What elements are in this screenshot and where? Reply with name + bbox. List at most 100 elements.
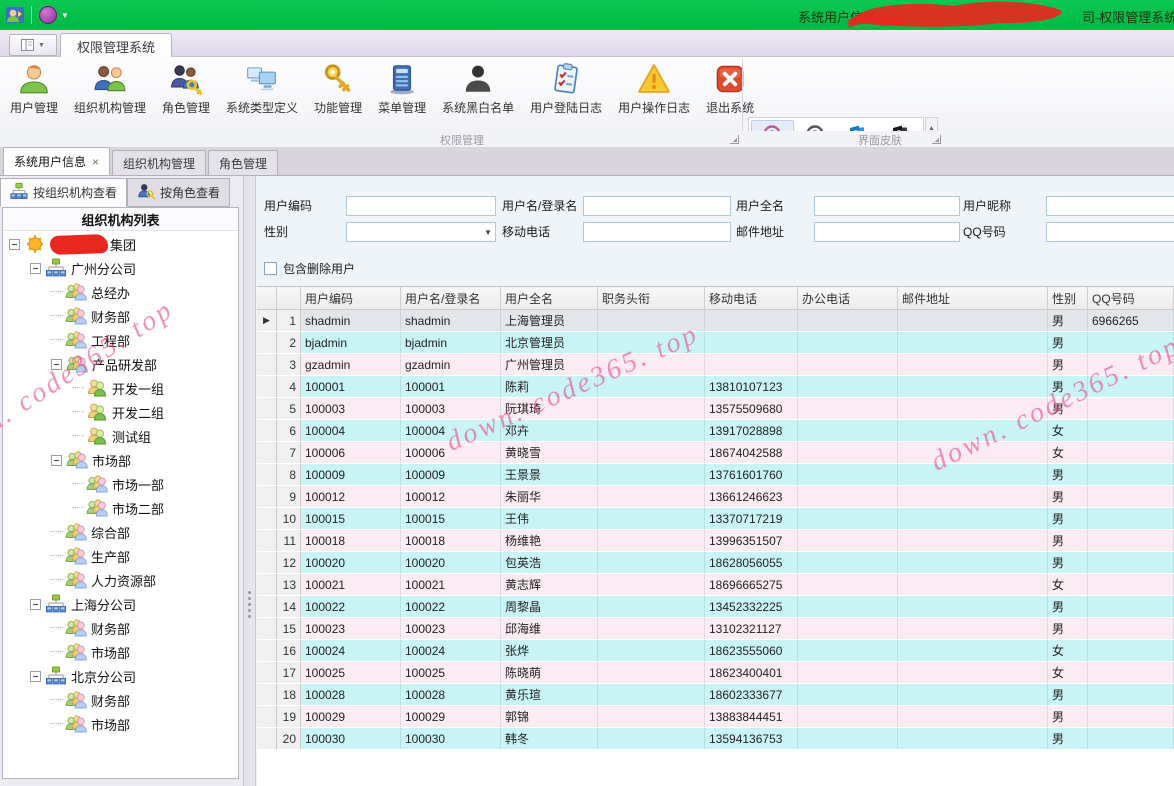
grid-cell[interactable]: 男 [1048,398,1088,419]
grid-cell[interactable]: 100030 [301,728,401,749]
grid-cell[interactable]: 100025 [301,662,401,683]
row-number-cell[interactable]: 14 [277,596,301,617]
tree-node[interactable]: 人力资源部 [3,568,238,592]
grid-cell[interactable] [598,332,705,353]
grid-cell[interactable]: 13917028898 [705,420,798,441]
grid-cell[interactable]: 100024 [301,640,401,661]
row-number-cell[interactable]: 19 [277,706,301,727]
grid-cell[interactable] [798,486,898,507]
grid-cell[interactable]: 女 [1048,640,1088,661]
tree-expander-icon[interactable] [30,599,41,610]
grid-cell[interactable]: bjadmin [401,332,501,353]
tree-node[interactable]: 产品研发部 [3,352,238,376]
grid-cell[interactable]: 6966265 [1088,310,1174,331]
grid-cell[interactable] [898,706,1048,727]
ribbon-button-warning[interactable]: 用户操作日志 [610,59,698,129]
grid-cell[interactable]: 100012 [301,486,401,507]
grid-cell[interactable] [1088,662,1174,683]
grid-cell[interactable]: 王景景 [501,464,598,485]
grid-cell[interactable] [598,508,705,529]
grid-cell[interactable] [898,332,1048,353]
grid-cell[interactable]: 13102321127 [705,618,798,639]
view-tab-by-role[interactable]: 按角色查看 [127,178,230,207]
field-input-0-2[interactable] [814,196,960,216]
grid-cell[interactable]: 100022 [401,596,501,617]
row-number-cell[interactable]: 2 [277,332,301,353]
grid-cell[interactable]: 13996351507 [705,530,798,551]
row-number-cell[interactable]: 3 [277,354,301,375]
grid-cell[interactable] [598,706,705,727]
tree-node[interactable]: 财务部 [3,688,238,712]
grid-cell[interactable]: 女 [1048,662,1088,683]
grid-cell[interactable]: 100004 [401,420,501,441]
grid-cell[interactable]: 男 [1048,530,1088,551]
grid-cell[interactable]: 韩冬 [501,728,598,749]
grid-cell[interactable]: 100004 [301,420,401,441]
grid-cell[interactable] [1088,332,1174,353]
grid-cell[interactable]: 男 [1048,486,1088,507]
grid-cell[interactable] [898,596,1048,617]
grid-cell[interactable]: 100030 [401,728,501,749]
tree-node[interactable]: 财务部 [3,616,238,640]
grid-cell[interactable] [798,420,898,441]
grid-cell[interactable] [798,618,898,639]
grid-cell[interactable] [898,310,1048,331]
grid-header-col[interactable]: 移动电话 [705,287,798,309]
grid-cell[interactable]: 男 [1048,684,1088,705]
grid-cell[interactable]: 18628056055 [705,552,798,573]
grid-cell[interactable]: 男 [1048,618,1088,639]
grid-header-col[interactable]: QQ号码 [1088,287,1174,309]
app-tab-permission-system[interactable]: 权限管理系统 [60,33,172,58]
grid-cell[interactable] [1088,398,1174,419]
grid-cell[interactable]: 男 [1048,376,1088,397]
table-row[interactable]: 12100020100020包英浩18628056055男 [257,552,1174,574]
grid-cell[interactable] [798,728,898,749]
grid-cell[interactable]: 13370717219 [705,508,798,529]
grid-cell[interactable]: 100020 [301,552,401,573]
grid-cell[interactable]: 邓卉 [501,420,598,441]
grid-cell[interactable] [898,508,1048,529]
grid-cell[interactable] [1088,508,1174,529]
grid-cell[interactable] [898,662,1048,683]
grid-cell[interactable]: 18623555060 [705,640,798,661]
grid-cell[interactable] [898,420,1048,441]
grid-cell[interactable]: 张烨 [501,640,598,661]
grid-cell[interactable] [1088,354,1174,375]
grid-cell[interactable]: 男 [1048,728,1088,749]
ribbon-button-clipboard[interactable]: 用户登陆日志 [522,59,610,129]
grid-cell[interactable]: 黄晓雪 [501,442,598,463]
grid-cell[interactable] [798,596,898,617]
grid-cell[interactable]: 100009 [301,464,401,485]
tree-node[interactable]: 市场二部 [3,496,238,520]
grid-cell[interactable] [598,442,705,463]
window-layout-button[interactable]: ▼ [9,34,57,56]
table-row[interactable]: 13100021100021黄志辉18696665275女 [257,574,1174,596]
grid-cell[interactable] [798,640,898,661]
grid-cell[interactable]: 陈晓萌 [501,662,598,683]
grid-cell[interactable]: 13452332225 [705,596,798,617]
grid-cell[interactable]: 100015 [301,508,401,529]
grid-header-col[interactable]: 用户全名 [501,287,598,309]
grid-cell[interactable] [898,574,1048,595]
table-row[interactable]: 19100029100029郭锦13883844451男 [257,706,1174,728]
gender-select[interactable]: ▼ [346,222,496,242]
tree-expander-icon[interactable] [30,263,41,274]
grid-cell[interactable]: 男 [1048,508,1088,529]
grid-cell[interactable]: 男 [1048,354,1088,375]
row-number-cell[interactable]: 18 [277,684,301,705]
grid-cell[interactable]: 100029 [401,706,501,727]
tree-node[interactable]: 市场部 [3,448,238,472]
grid-cell[interactable]: 100021 [301,574,401,595]
quick-access-menu-button[interactable]: ▼ [39,5,73,25]
close-icon[interactable]: × [92,157,99,167]
grid-cell[interactable] [1088,420,1174,441]
ribbon-button-org-users[interactable]: 组织机构管理 [66,59,154,129]
row-number-cell[interactable]: 15 [277,618,301,639]
grid-cell[interactable]: 郭锦 [501,706,598,727]
row-number-cell[interactable]: 4 [277,376,301,397]
grid-cell[interactable]: 王伟 [501,508,598,529]
table-row[interactable]: 2bjadminbjadmin北京管理员男 [257,332,1174,354]
grid-cell[interactable] [598,684,705,705]
grid-cell[interactable]: 男 [1048,332,1088,353]
grid-cell[interactable] [1088,574,1174,595]
